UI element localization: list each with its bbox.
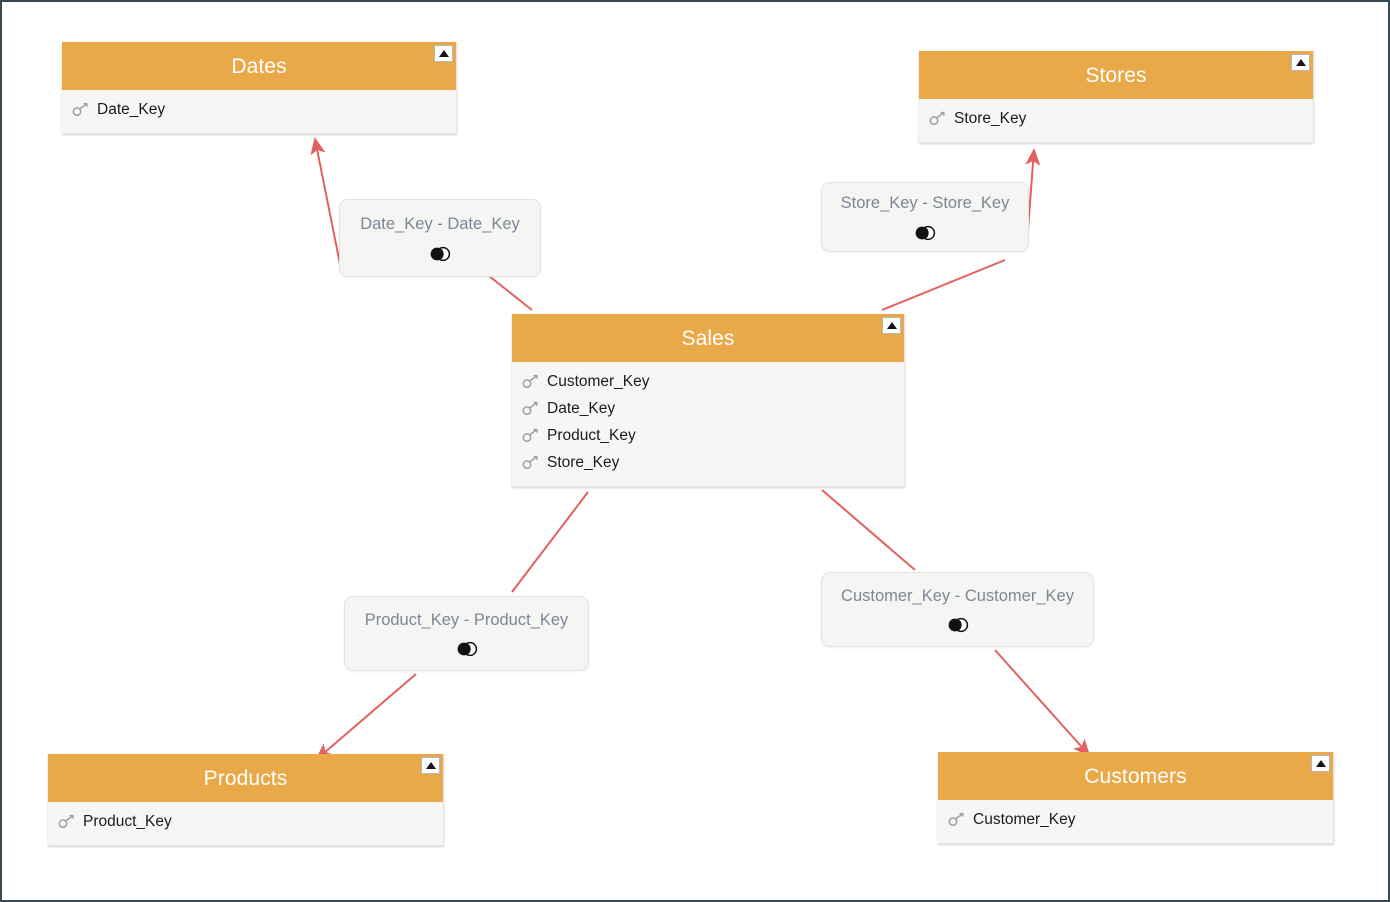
triangle-up-icon[interactable]: [1311, 755, 1330, 772]
relationship-label-text: Date_Key - Date_Key: [360, 216, 520, 233]
table-title-sales: Sales: [681, 327, 734, 350]
triangle-up-icon[interactable]: [421, 757, 440, 774]
table-header-sales[interactable]: Sales: [512, 314, 904, 362]
field-row[interactable]: Customer_Key: [938, 806, 1333, 833]
table-title-dates: Dates: [231, 55, 286, 78]
key-icon: [522, 455, 539, 470]
key-icon: [522, 428, 539, 443]
table-card-products[interactable]: Products Product_Key: [48, 754, 444, 846]
field-row[interactable]: Date_Key: [512, 395, 904, 422]
field-label: Customer_Key: [547, 374, 650, 390]
key-icon: [58, 814, 75, 829]
field-label: Customer_Key: [973, 812, 1076, 828]
field-row[interactable]: Store_Key: [919, 105, 1313, 132]
key-icon: [948, 812, 965, 827]
field-row[interactable]: Date_Key: [62, 96, 456, 123]
table-header-customers[interactable]: Customers: [938, 752, 1333, 800]
table-fields-stores: Store_Key: [919, 99, 1313, 142]
model-diagram-canvas[interactable]: Dates Date_Key Stores: [0, 0, 1390, 902]
table-header-stores[interactable]: Stores: [919, 51, 1313, 99]
table-fields-products: Product_Key: [48, 802, 443, 845]
relationship-label-text: Product_Key - Product_Key: [365, 612, 569, 629]
table-card-stores[interactable]: Stores Store_Key: [919, 51, 1314, 143]
triangle-up-icon[interactable]: [434, 45, 453, 62]
venn-both-directions-icon[interactable]: [455, 641, 479, 657]
venn-both-directions-icon[interactable]: [946, 617, 970, 633]
field-label: Store_Key: [954, 111, 1026, 127]
table-fields-dates: Date_Key: [62, 90, 456, 133]
field-label: Product_Key: [83, 814, 172, 830]
table-title-products: Products: [204, 767, 288, 790]
field-row[interactable]: Product_Key: [48, 808, 443, 835]
table-fields-customers: Customer_Key: [938, 800, 1333, 843]
table-header-dates[interactable]: Dates: [62, 42, 456, 90]
field-label: Store_Key: [547, 455, 619, 471]
key-icon: [522, 374, 539, 389]
field-row[interactable]: Customer_Key: [512, 368, 904, 395]
field-label: Date_Key: [547, 401, 615, 417]
table-title-stores: Stores: [1085, 64, 1146, 87]
triangle-up-icon[interactable]: [1291, 54, 1310, 71]
table-card-customers[interactable]: Customers Customer_Key: [938, 752, 1334, 844]
relationship-label-store-key[interactable]: Store_Key - Store_Key: [821, 182, 1029, 252]
relationship-label-text: Store_Key - Store_Key: [841, 195, 1010, 212]
table-fields-sales: Customer_Key Date_Key Product_Ke: [512, 362, 904, 486]
field-row[interactable]: Store_Key: [512, 449, 904, 476]
table-card-sales[interactable]: Sales Customer_Key Dat: [512, 314, 905, 487]
table-header-products[interactable]: Products: [48, 754, 443, 802]
field-label: Date_Key: [97, 102, 165, 118]
table-card-dates[interactable]: Dates Date_Key: [62, 42, 457, 134]
relationship-label-product-key[interactable]: Product_Key - Product_Key: [344, 596, 589, 671]
venn-both-directions-icon[interactable]: [913, 225, 937, 241]
relationship-label-text: Customer_Key - Customer_Key: [841, 588, 1074, 605]
relationship-label-customer-key[interactable]: Customer_Key - Customer_Key: [821, 572, 1094, 647]
field-label: Product_Key: [547, 428, 636, 444]
triangle-up-icon[interactable]: [882, 317, 901, 334]
key-icon: [522, 401, 539, 416]
key-icon: [72, 102, 89, 117]
relationship-label-date-key[interactable]: Date_Key - Date_Key: [339, 199, 541, 277]
field-row[interactable]: Product_Key: [512, 422, 904, 449]
table-title-customers: Customers: [1084, 765, 1186, 788]
venn-both-directions-icon[interactable]: [428, 246, 452, 262]
key-icon: [929, 111, 946, 126]
